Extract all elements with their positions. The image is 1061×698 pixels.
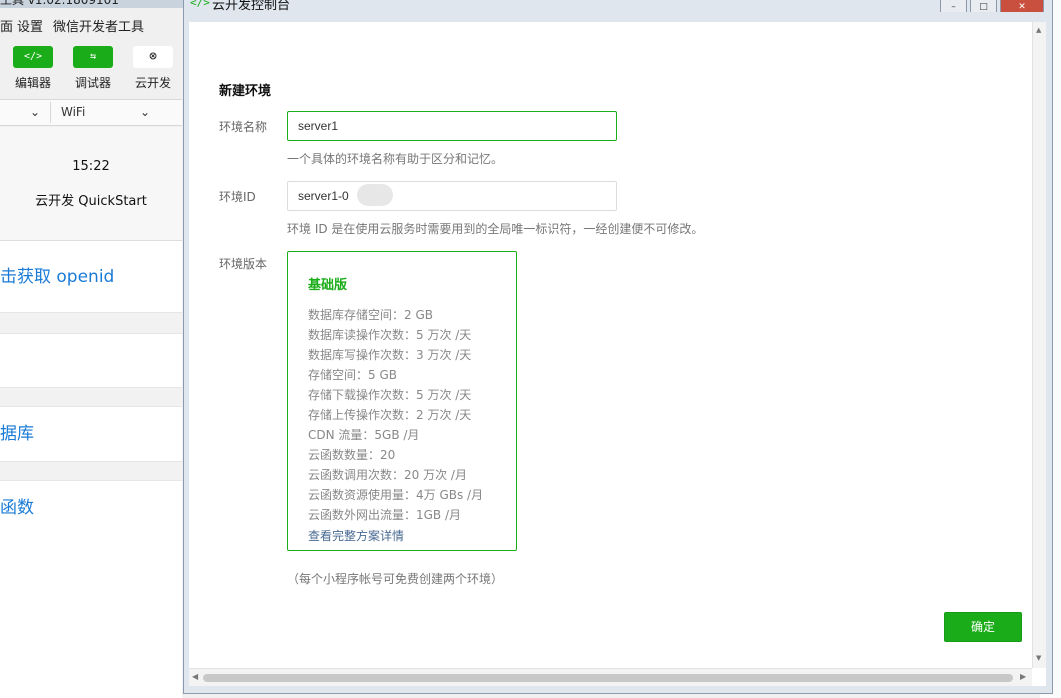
devtools-titlebar: 工具 v1.02.1809101 <box>0 0 190 8</box>
scroll-right-icon[interactable]: ▶ <box>1020 672 1026 681</box>
plan-feature: 云函数数量：20 <box>308 448 396 462</box>
plan-feature: CDN 流量：5GB /月 <box>308 428 420 442</box>
devtools-toolbar: </> 编辑器 ⇆ 调试器 ⊗ 云开发 <box>0 46 190 96</box>
simulator-time: 15:22 <box>72 159 110 174</box>
cloud-function-row[interactable]: 函数 <box>0 481 182 535</box>
plan-feature: 数据库读操作次数：5 万次 /天 <box>308 328 472 342</box>
simulator-nav-bar: 15:22 云开发 QuickStart <box>0 157 182 241</box>
env-id-label: 环境ID <box>219 190 256 204</box>
selector-divider <box>50 102 51 123</box>
page-title: 新建环境 <box>219 84 272 99</box>
window-titlebar[interactable]: </> 云开发控制台 – □ ✕ <box>184 0 1052 12</box>
env-id-field: server1-0 <box>287 181 617 211</box>
network-select[interactable]: WiFi <box>61 100 85 125</box>
close-icon[interactable]: ✕ <box>1000 0 1044 12</box>
create-environment-panel: 新建环境 环境名称 一个具体的环境名称有助于区分和记忆。 环境ID server… <box>189 22 1032 668</box>
dialog-body: 新建环境 环境名称 一个具体的环境名称有助于区分和记忆。 环境ID server… <box>189 22 1046 686</box>
scroll-up-icon[interactable]: ▲ <box>1036 26 1041 34</box>
editor-button[interactable]: </> 编辑器 <box>8 46 58 91</box>
horizontal-scrollbar[interactable]: ◀ ▶ <box>189 668 1032 686</box>
row-divider <box>0 387 182 407</box>
confirm-button[interactable]: 确定 <box>944 612 1022 642</box>
plan-feature: 存储上传操作次数：2 万次 /天 <box>308 408 472 422</box>
row-divider <box>0 461 182 481</box>
menu-item-devtools[interactable]: 微信开发者工具 <box>53 16 144 35</box>
plan-details-link[interactable]: 查看完整方案详情 <box>308 527 404 544</box>
simulator-screen: 15:22 云开发 QuickStart 击获取 openid 据库 函数 <box>0 127 182 698</box>
empty-row <box>0 334 182 387</box>
cloud-console-window: </> 云开发控制台 –□✕ 新建环境 环境名称 一个具体的环境名称有助于区分和… <box>183 0 1053 694</box>
maximize-icon[interactable]: □ <box>970 0 997 12</box>
env-name-hint: 一个具体的环境名称有助于区分和记忆。 <box>287 152 504 166</box>
code-icon: </> <box>13 46 53 68</box>
plan-feature: 存储下载操作次数：5 万次 /天 <box>308 388 472 402</box>
window-controls: – □ ✕ <box>937 0 1044 12</box>
plan-feature: 云函数外网出流量：1GB /月 <box>308 508 462 522</box>
vertical-scrollbar[interactable]: ▲ ▼ <box>1032 22 1046 668</box>
scrollbar-thumb[interactable] <box>203 674 1013 682</box>
debugger-label: 调试器 <box>74 76 111 90</box>
plan-feature-list: 数据库存储空间：2 GB 数据库读操作次数：5 万次 /天 数据库写操作次数：3… <box>308 305 513 525</box>
chevron-down-icon[interactable]: ⌄ <box>30 100 50 125</box>
cloud-link-icon: ⊗ <box>133 46 173 68</box>
env-name-input[interactable] <box>287 111 617 141</box>
free-env-note: （每个小程序帐号可免费创建两个环境） <box>287 572 504 586</box>
debugger-button[interactable]: ⇆ 调试器 <box>68 46 118 91</box>
simulator-nav-title: 云开发 QuickStart <box>35 194 147 209</box>
env-id-hint: 环境 ID 是在使用云服务时需要用到的全局唯一标识符，一经创建便不可修改。 <box>287 222 704 236</box>
cloud-dev-button[interactable]: ⊗ 云开发 <box>128 46 178 91</box>
devtools-menubar: 面 设置 微信开发者工具 <box>0 14 190 36</box>
redacted-blur <box>357 184 393 206</box>
database-row[interactable]: 据库 <box>0 407 182 461</box>
plan-feature: 云函数资源使用量：4万 GBs /月 <box>308 488 484 502</box>
plan-feature: 存储空间：5 GB <box>308 368 397 382</box>
scroll-down-icon[interactable]: ▼ <box>1036 654 1041 662</box>
get-openid-row[interactable]: 击获取 openid <box>0 242 182 312</box>
plan-feature: 云函数调用次数：20 万次 /月 <box>308 468 467 482</box>
chevron-down-icon[interactable]: ⌄ <box>140 100 160 125</box>
devtools-logo-icon: </> <box>190 0 210 9</box>
menu-item-page[interactable]: 面 <box>0 16 13 35</box>
row-divider <box>0 312 182 334</box>
window-title: 云开发控制台 <box>212 0 291 12</box>
devtools-title: 工具 v1.02.1809101 <box>0 0 119 7</box>
minimize-icon[interactable]: – <box>940 0 967 12</box>
menu-item-settings[interactable]: 设置 <box>17 16 43 35</box>
env-id-value: server1-0 <box>298 189 349 203</box>
device-selector-bar: ⌄ WiFi ⌄ <box>0 99 182 126</box>
editor-label: 编辑器 <box>14 76 51 90</box>
simulator-status-bar <box>0 127 182 157</box>
env-version-label: 环境版本 <box>219 257 268 271</box>
scroll-left-icon[interactable]: ◀ <box>192 672 198 681</box>
env-name-label: 环境名称 <box>219 120 268 134</box>
cloud-dev-label: 云开发 <box>134 76 171 90</box>
plan-name: 基础版 <box>308 278 348 293</box>
debugger-icon: ⇆ <box>73 46 113 68</box>
plan-feature: 数据库写操作次数：3 万次 /天 <box>308 348 472 362</box>
basic-plan-card[interactable]: 基础版 数据库存储空间：2 GB 数据库读操作次数：5 万次 /天 数据库写操作… <box>287 251 517 551</box>
plan-feature: 数据库存储空间：2 GB <box>308 308 433 322</box>
